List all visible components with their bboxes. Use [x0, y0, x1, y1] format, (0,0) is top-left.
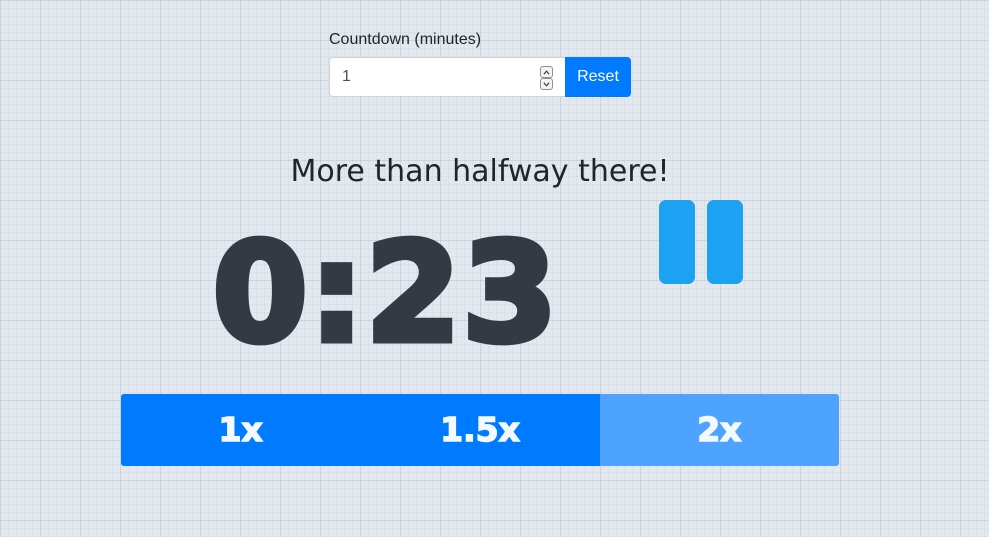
chevron-up-icon: [543, 69, 550, 75]
countdown-label: Countdown (minutes): [329, 31, 482, 48]
pause-button[interactable]: [656, 198, 746, 286]
countdown-form: Countdown (minutes) 1 Reset: [329, 30, 631, 97]
countdown-input-group: 1 Reset: [329, 57, 631, 97]
pause-bar-right: [707, 200, 743, 284]
speed-1-5x-button[interactable]: 1.5x: [360, 394, 600, 466]
reset-button[interactable]: Reset: [565, 57, 631, 97]
countdown-minutes-input[interactable]: 1: [329, 57, 565, 97]
increment-button[interactable]: [540, 66, 553, 78]
decrement-button[interactable]: [540, 78, 553, 90]
countdown-minutes-value: 1: [342, 68, 351, 85]
speed-selector: 1x 1.5x 2x: [121, 394, 839, 466]
timer-display: 0:23: [209, 212, 560, 377]
status-message: More than halfway there!: [290, 154, 670, 189]
chevron-down-icon: [543, 81, 550, 87]
speed-1x-button[interactable]: 1x: [121, 394, 361, 466]
speed-2x-button[interactable]: 2x: [599, 394, 839, 466]
pause-bar-left: [659, 200, 695, 284]
number-spinner: [540, 66, 553, 90]
